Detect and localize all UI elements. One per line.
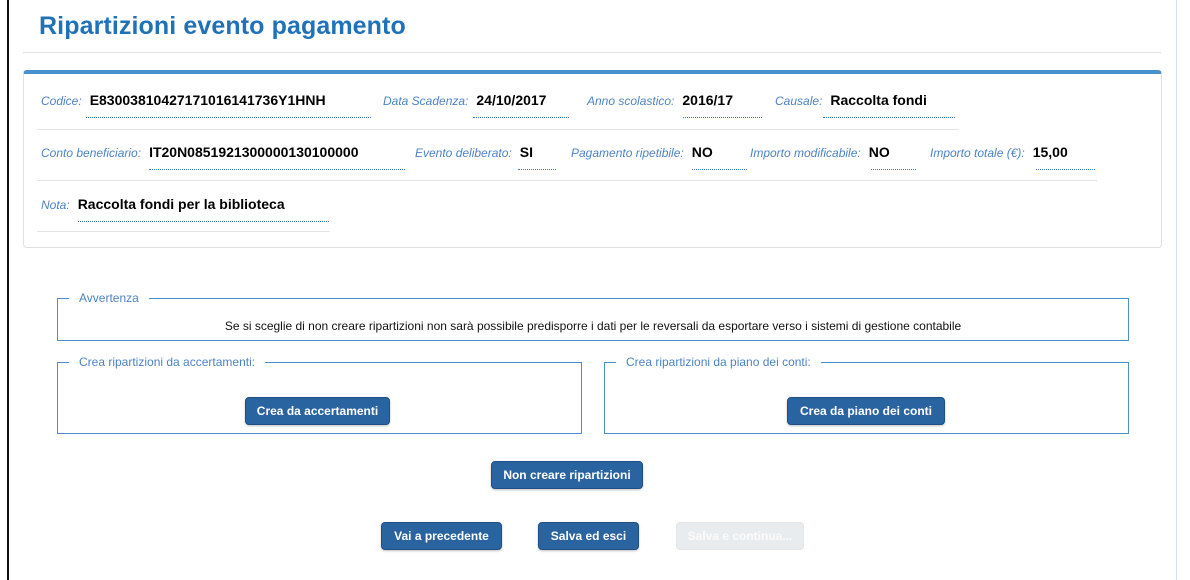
window-left-border: [7, 0, 9, 580]
avvertenza-legend: Avvertenza: [69, 291, 149, 305]
row3-rule: [37, 208, 330, 232]
row1-rule: [37, 106, 959, 130]
window-right-border: [1176, 0, 1177, 580]
avvertenza-text: Se si sceglie di non creare ripartizioni…: [224, 319, 962, 333]
crea-da-piano-conti-button[interactable]: Crea da piano dei conti: [787, 397, 945, 425]
non-creare-ripartizioni-button[interactable]: Non creare ripartizioni: [491, 461, 643, 489]
row2-rule: [37, 157, 1097, 181]
avvertenza-box: Avvertenza Se si sceglie di non creare r…: [57, 291, 1129, 341]
vai-a-precedente-button[interactable]: Vai a precedente: [381, 522, 502, 550]
crea-da-accertamenti-button[interactable]: Crea da accertamenti: [245, 397, 390, 425]
salva-e-continua-button[interactable]: Salva e continua...: [676, 522, 804, 550]
accertamenti-legend: Crea ripartizioni da accertamenti:: [69, 355, 266, 369]
page-title: Ripartizioni evento pagamento: [39, 12, 406, 40]
title-divider: [23, 52, 1161, 53]
salva-ed-esci-button[interactable]: Salva ed esci: [538, 522, 639, 550]
piano-conti-legend: Crea ripartizioni da piano dei conti:: [616, 355, 821, 369]
